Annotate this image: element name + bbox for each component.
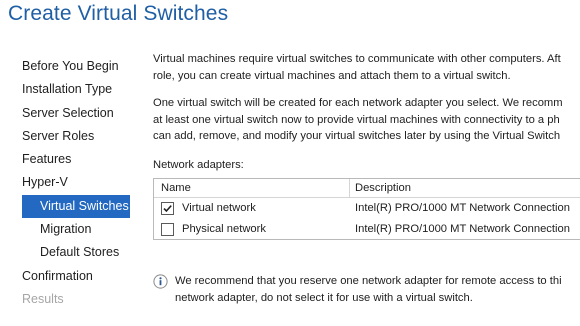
network-adapters-label: Network adapters:	[153, 158, 244, 171]
page-title: Create Virtual Switches	[8, 2, 229, 25]
nav-item-before-you-begin[interactable]: Before You Begin	[0, 55, 140, 78]
detail-line: can add, remove, and modify your virtual…	[153, 130, 561, 142]
info-text: We recommend that you reserve one networ…	[175, 273, 580, 306]
nav-item-features[interactable]: Features	[0, 148, 140, 171]
nav-item-server-roles[interactable]: Server Roles	[0, 125, 140, 148]
adapter-name: Virtual network	[182, 201, 256, 214]
nav-item-hyper-v[interactable]: Hyper-V	[0, 171, 140, 194]
adapter-description: Intel(R) PRO/1000 MT Network Connection	[355, 201, 570, 214]
intro-line: role, you can create virtual machines an…	[153, 69, 511, 82]
info-line: We recommend that you reserve one networ…	[175, 275, 562, 287]
virtual-network-checkbox[interactable]	[161, 201, 174, 215]
adapter-name: Physical network	[182, 222, 266, 235]
detail-line: One virtual switch will be created for e…	[153, 97, 563, 109]
column-divider[interactable]	[349, 178, 350, 197]
wizard-page: Create Virtual Switches Before You Begin…	[0, 0, 580, 326]
nav-item-migration[interactable]: Migration	[0, 218, 140, 241]
info-line: network adapter, do not select it for us…	[175, 291, 473, 304]
column-header-description[interactable]: Description	[355, 179, 411, 197]
nav-item-default-stores[interactable]: Default Stores	[0, 241, 140, 264]
nav-item-results: Results	[22, 291, 64, 306]
main-content: Virtual machines require virtual switche…	[153, 51, 580, 240]
intro-line: Virtual machines require virtual switche…	[153, 53, 561, 65]
nav-item-virtual-switches[interactable]: Virtual Switches	[22, 194, 130, 219]
nav-item-server-selection[interactable]: Server Selection	[0, 102, 140, 125]
nav-item-confirmation[interactable]: Confirmation	[0, 265, 140, 288]
detail-paragraph: One virtual switch will be created for e…	[153, 95, 580, 145]
table-row[interactable]: Virtual network Intel(R) PRO/1000 MT Net…	[154, 198, 580, 219]
table-row[interactable]: Physical network Intel(R) PRO/1000 MT Ne…	[154, 219, 580, 239]
adapter-description: Intel(R) PRO/1000 MT Network Connection	[355, 222, 570, 235]
network-adapters-table: Name Description Virtual network Intel(R…	[153, 177, 580, 240]
info-icon	[153, 274, 168, 289]
physical-network-checkbox[interactable]	[161, 222, 174, 236]
nav-item-installation-type[interactable]: Installation Type	[0, 78, 140, 101]
table-header: Name Description	[154, 178, 580, 198]
wizard-nav: Before You Begin Installation Type Serve…	[0, 55, 140, 311]
intro-paragraph: Virtual machines require virtual switche…	[153, 51, 580, 84]
check-icon	[163, 204, 172, 212]
column-header-name[interactable]: Name	[161, 179, 191, 197]
detail-line: at least one virtual switch now to provi…	[153, 113, 560, 126]
